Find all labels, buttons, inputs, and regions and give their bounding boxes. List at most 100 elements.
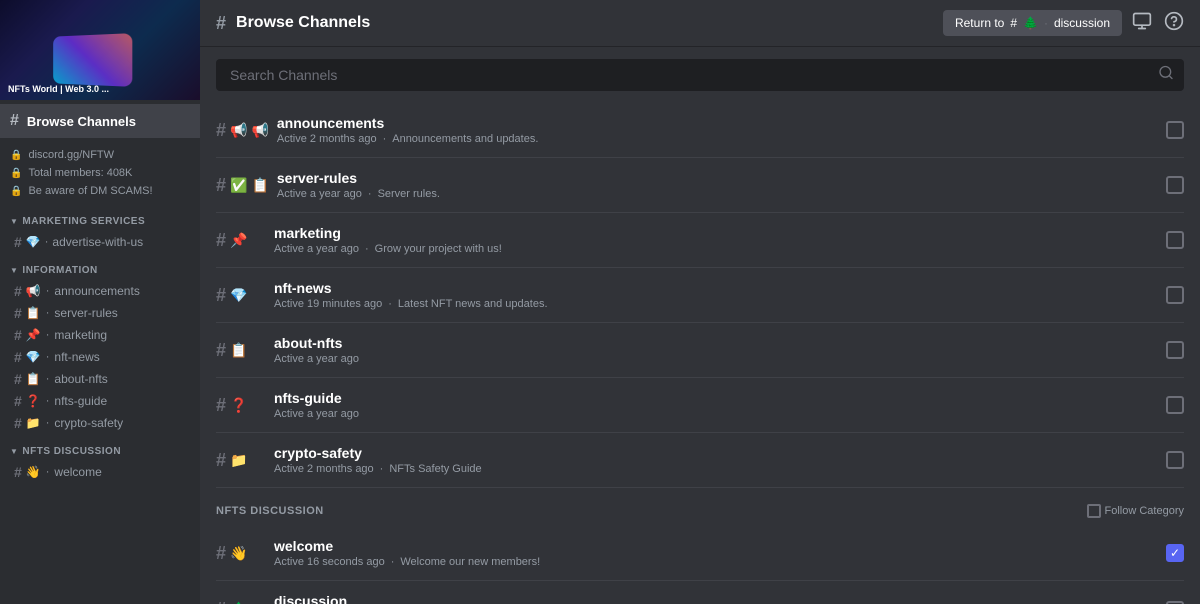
channel-name: about-nfts xyxy=(54,372,107,386)
category-marketing-services[interactable]: ▼ MARKETING SERVICES xyxy=(0,204,200,231)
channel-row-server-rules[interactable]: # ✅ 📋 server-rules Active a year ago · S… xyxy=(216,158,1184,213)
channel-checkbox-server-rules[interactable] xyxy=(1166,176,1184,194)
monitor-button[interactable] xyxy=(1132,11,1152,36)
channel-meta: Active 2 months ago · Announcements and … xyxy=(277,133,1166,145)
channel-desc: Announcements and updates. xyxy=(392,133,538,145)
sidebar-channel-about-nfts[interactable]: # 📋 · about-nfts xyxy=(4,368,196,390)
channel-checkbox-discussion[interactable] xyxy=(1166,601,1184,604)
sidebar-channel-announcements[interactable]: # 📢 · announcements xyxy=(4,280,196,302)
sidebar-channel-advertise-with-us[interactable]: # 💎 · advertise-with-us xyxy=(4,231,196,253)
sidebar: NFT 🔍 Discoverable NFTs World | Web 3.0 … xyxy=(0,0,200,604)
channel-checkbox-marketing[interactable] xyxy=(1166,231,1184,249)
sidebar-channel-crypto-safety[interactable]: # 📁 · crypto-safety xyxy=(4,412,196,434)
lock-icon-1: 🔒 xyxy=(10,150,22,161)
channel-checkbox-nfts-guide[interactable] xyxy=(1166,396,1184,414)
hash-icon: # xyxy=(216,230,226,251)
sidebar-channel-nft-news[interactable]: # 💎 · nft-news xyxy=(4,346,196,368)
category-information[interactable]: ▼ INFORMATION xyxy=(0,253,200,280)
channel-meta: Active 2 months ago · NFTs Safety Guide xyxy=(274,463,1166,475)
channel-info: announcements Active 2 months ago · Anno… xyxy=(277,115,1166,145)
sidebar-channel-welcome[interactable]: # 👋 · welcome xyxy=(4,461,196,483)
hash-icon: # xyxy=(14,234,22,250)
channel-emoji-1: 💎 xyxy=(230,287,247,304)
help-button[interactable] xyxy=(1164,11,1184,36)
channel-emoji-1: 📁 xyxy=(230,452,247,469)
channel-row-announcements[interactable]: # 📢 📢 announcements Active 2 months ago … xyxy=(216,103,1184,158)
channel-checkbox-welcome[interactable]: ✓ xyxy=(1166,544,1184,562)
search-input[interactable] xyxy=(216,59,1184,91)
channel-row-welcome[interactable]: # 👋 welcome Active 16 seconds ago · Welc… xyxy=(216,526,1184,581)
channel-emoji-2: 📢 xyxy=(251,122,268,139)
channel-row-nft-news[interactable]: # 💎 nft-news Active 19 minutes ago · Lat… xyxy=(216,268,1184,323)
channel-name: about-nfts xyxy=(274,335,1166,351)
channel-icons: # 🌲 xyxy=(216,599,266,604)
dot-separator: · xyxy=(368,188,372,200)
hash-icon: # xyxy=(216,340,226,361)
follow-category-button[interactable]: Follow Category xyxy=(1087,504,1184,518)
channel-row-marketing[interactable]: # 📌 marketing Active a year ago · Grow y… xyxy=(216,213,1184,268)
channel-active: Active a year ago xyxy=(274,408,359,420)
channel-emoji: 💎 xyxy=(26,235,41,249)
channel-desc: Latest NFT news and updates. xyxy=(398,298,548,310)
sidebar-channel-server-rules[interactable]: # 📋 · server-rules xyxy=(4,302,196,324)
channel-info: nft-news Active 19 minutes ago · Latest … xyxy=(274,280,1166,310)
return-btn-label: Return to xyxy=(955,16,1004,30)
channel-info: marketing Active a year ago · Grow your … xyxy=(274,225,1166,255)
sidebar-info-members: 🔒 Total members: 408K xyxy=(0,164,200,182)
server-name: NFTs World | Web 3.0 ... xyxy=(8,84,109,94)
channel-desc: Grow your project with us! xyxy=(375,243,502,255)
return-channel-name: discussion xyxy=(1054,16,1110,30)
channel-emoji-1: 👋 xyxy=(230,545,247,562)
channel-row-nfts-guide[interactable]: # ❓ nfts-guide Active a year ago xyxy=(216,378,1184,433)
channel-desc: Welcome our new members! xyxy=(400,556,540,568)
sidebar-channel-marketing[interactable]: # 📌 · marketing xyxy=(4,324,196,346)
page-title: Browse Channels xyxy=(236,14,933,32)
channel-checkbox-about-nfts[interactable] xyxy=(1166,341,1184,359)
channel-active: Active a year ago xyxy=(274,243,359,255)
channel-emoji: 📁 xyxy=(26,416,41,430)
channel-name: nfts-guide xyxy=(54,394,107,408)
channel-name: marketing xyxy=(274,225,1166,241)
category-nfts-discussion[interactable]: ▼ NFTS DISCUSSION xyxy=(0,434,200,461)
channel-info: server-rules Active a year ago · Server … xyxy=(277,170,1166,200)
channel-checkbox-nft-news[interactable] xyxy=(1166,286,1184,304)
search-bar xyxy=(216,59,1184,91)
channel-info: discussion Active 16 seconds ago · NFT D… xyxy=(274,593,1166,604)
category-nfts-discussion-label: NFTS DISCUSSION xyxy=(22,446,121,457)
dot-separator: · xyxy=(380,463,384,475)
channel-emoji-2: 📋 xyxy=(251,177,268,194)
channel-active: Active a year ago xyxy=(274,353,359,365)
channel-active: Active 2 months ago xyxy=(274,463,374,475)
return-button[interactable]: Return to # 🌲 · discussion xyxy=(943,10,1122,36)
channel-meta: Active a year ago · Grow your project wi… xyxy=(274,243,1166,255)
channel-active: Active 16 seconds ago xyxy=(274,556,385,568)
channel-row-discussion[interactable]: # 🌲 discussion Active 16 seconds ago · N… xyxy=(216,581,1184,604)
hash-icon: # xyxy=(14,415,22,431)
hash-icon: # xyxy=(14,464,22,480)
channel-row-crypto-safety[interactable]: # 📁 crypto-safety Active 2 months ago · … xyxy=(216,433,1184,488)
channel-row-about-nfts[interactable]: # 📋 about-nfts Active a year ago xyxy=(216,323,1184,378)
channel-emoji-1: ❓ xyxy=(230,397,247,414)
channel-emoji-1: 📋 xyxy=(230,342,247,359)
arrow-icon-3: ▼ xyxy=(10,447,18,456)
channel-meta: Active 19 minutes ago · Latest NFT news … xyxy=(274,298,1166,310)
sidebar-browse-channels[interactable]: # Browse Channels xyxy=(0,104,200,138)
sidebar-channel-nfts-guide[interactable]: # ❓ · nfts-guide xyxy=(4,390,196,412)
channel-name: marketing xyxy=(54,328,107,342)
channel-name: welcome xyxy=(54,465,101,479)
lock-icon-2: 🔒 xyxy=(10,168,22,179)
channel-checkbox-crypto-safety[interactable] xyxy=(1166,451,1184,469)
search-button[interactable] xyxy=(1158,65,1174,86)
channel-icons: # 💎 xyxy=(216,285,266,306)
channel-checkbox-announcements[interactable] xyxy=(1166,121,1184,139)
channel-name: nft-news xyxy=(274,280,1166,296)
category-divider-nfts-discussion: NFTS DISCUSSION Follow Category xyxy=(216,488,1184,526)
channel-icons: # ❓ xyxy=(216,395,266,416)
arrow-icon: ▼ xyxy=(10,217,18,226)
category-information-label: INFORMATION xyxy=(22,265,97,276)
channel-emoji-1: 📌 xyxy=(230,232,247,249)
channel-info: crypto-safety Active 2 months ago · NFTs… xyxy=(274,445,1166,475)
channel-emoji: 📋 xyxy=(26,306,41,320)
channel-icons: # 📌 xyxy=(216,230,266,251)
dot-separator: · xyxy=(388,298,392,310)
